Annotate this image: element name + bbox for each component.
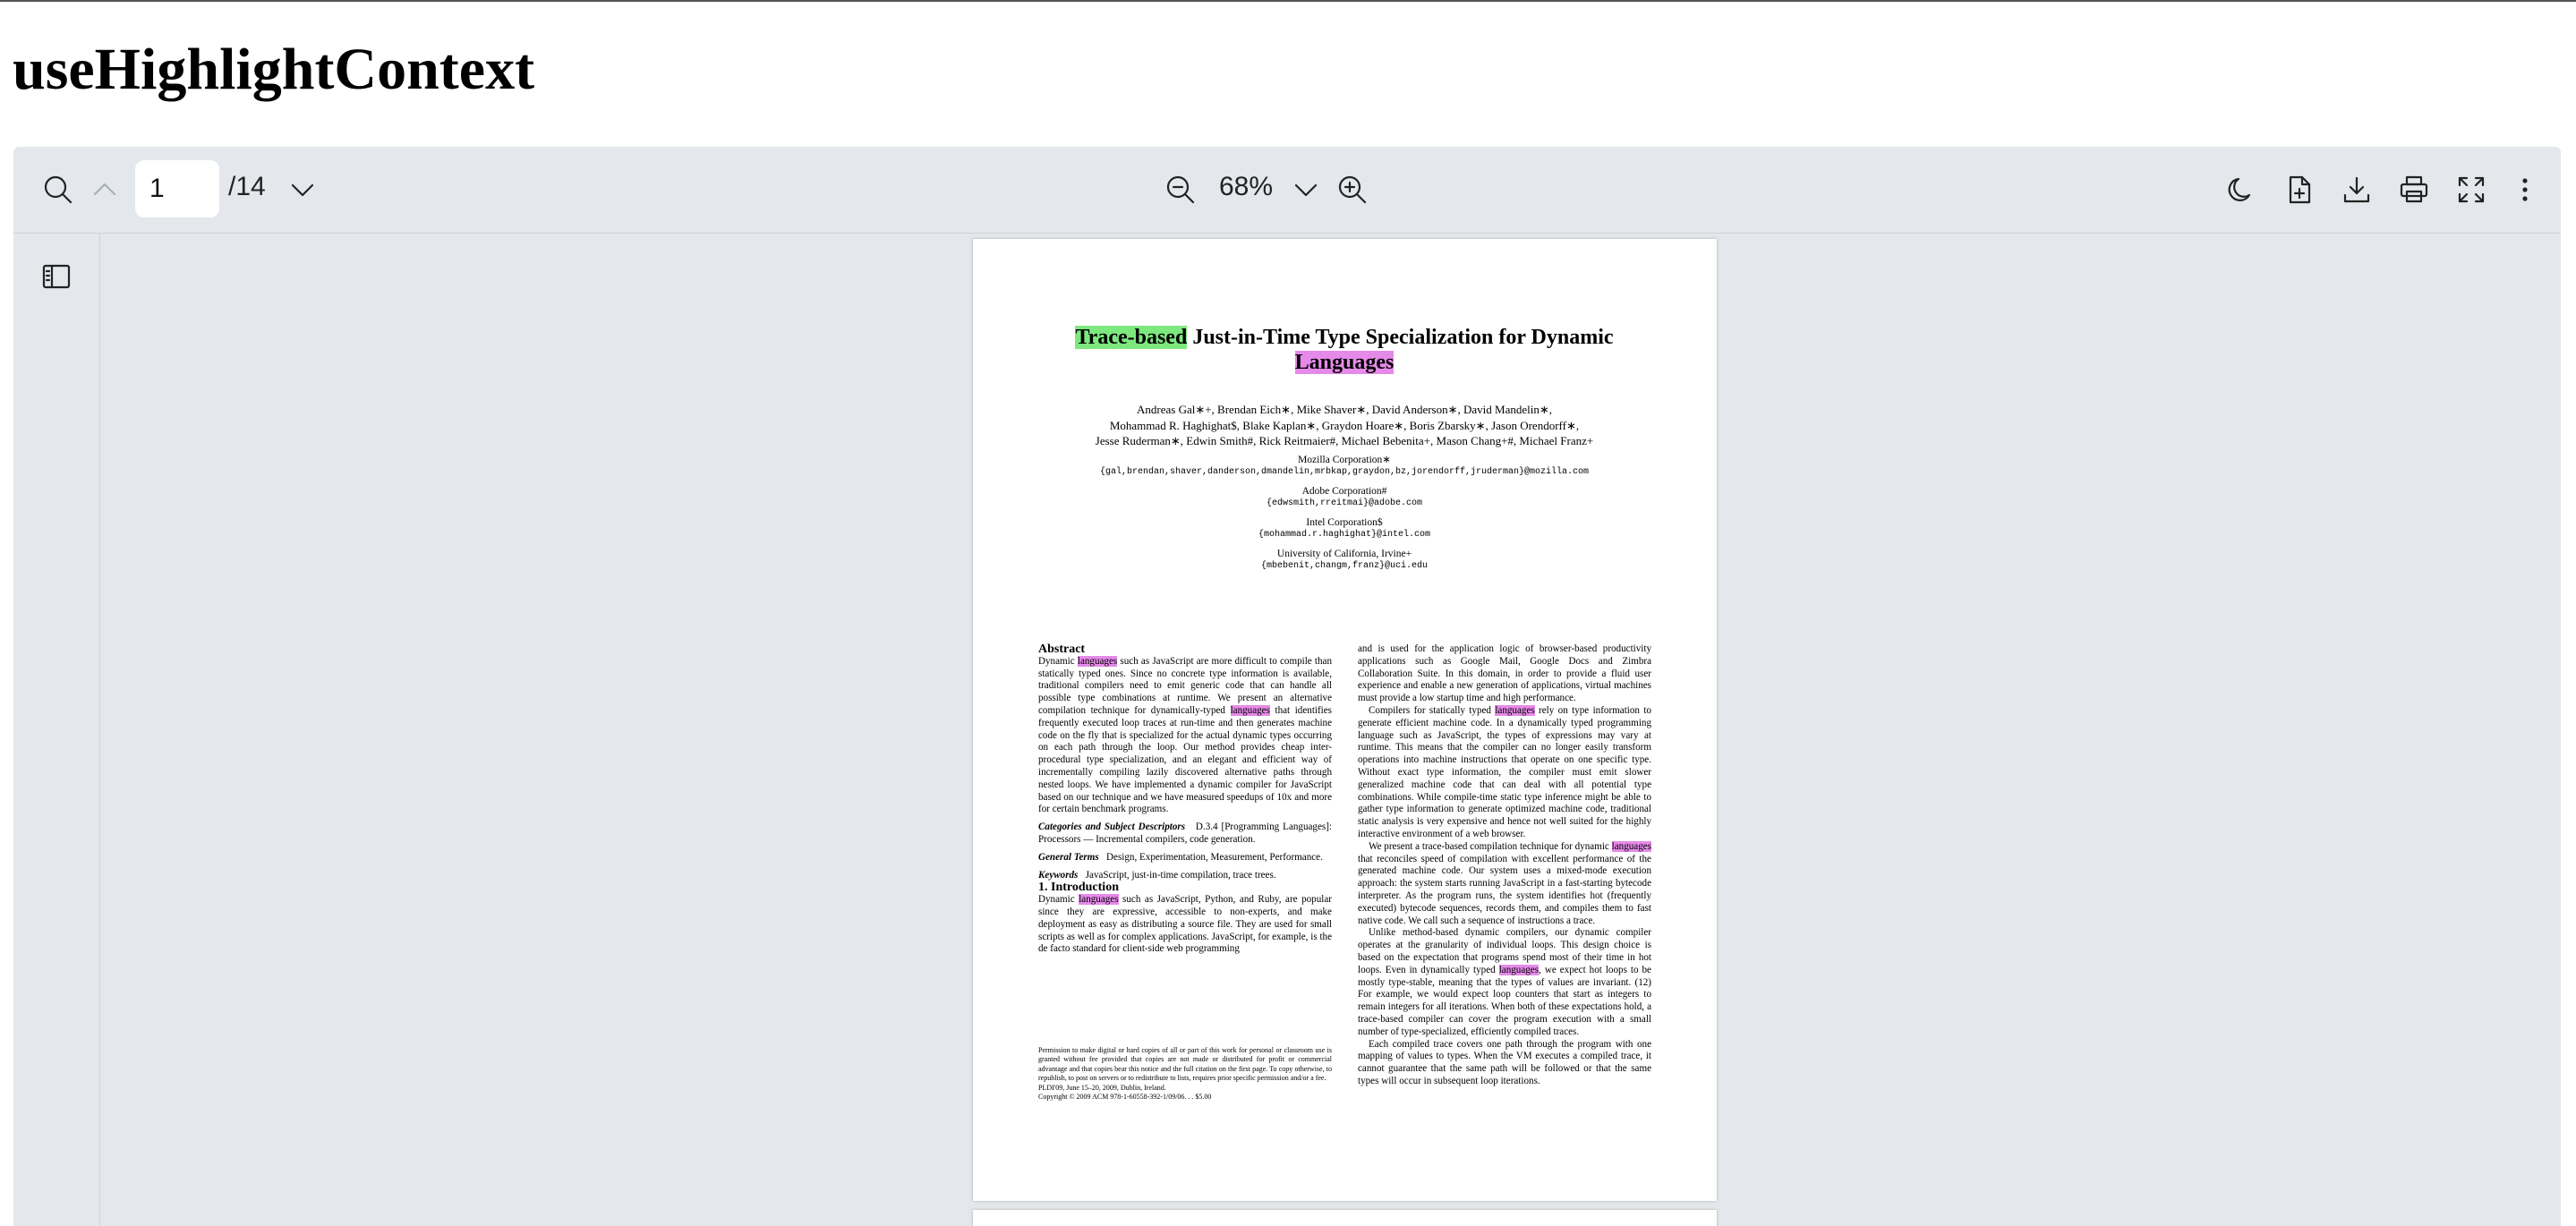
highlight-languages[interactable]: languages xyxy=(1079,894,1119,906)
pdf-page[interactable]: Trace-based Just-in-Time Type Specializa… xyxy=(973,239,1717,1201)
affiliation-name: Adobe Corporation# xyxy=(1301,486,1387,497)
affiliation-email: {gal,brendan,shaver,danderson,dmandelin,… xyxy=(1099,467,1590,477)
highlight-trace-based[interactable]: Trace-based xyxy=(1075,326,1188,349)
affiliation: Adobe Corporation# {edwsmith,rreitmai}@a… xyxy=(1027,485,1662,510)
paragraph: We present a trace-based compilation tec… xyxy=(1358,840,1651,926)
highlight-languages[interactable]: languages xyxy=(1611,840,1651,852)
highlight-languages[interactable]: languages xyxy=(1498,964,1540,975)
affiliation: Intel Corporation$ {mohammad.r.haghighat… xyxy=(1027,516,1662,541)
affiliation-email: {mbebenit,changm,franz}@uci.edu xyxy=(1260,561,1429,571)
paragraph: Compilers for statically typed languages… xyxy=(1358,704,1651,839)
keywords: Keywords JavaScript, just-in-time compil… xyxy=(1038,869,1276,881)
search-icon xyxy=(44,175,73,204)
affiliation-name: University of California, Irvine+ xyxy=(1276,549,1412,559)
zoom-out-icon xyxy=(1166,175,1195,204)
more-options-button[interactable] xyxy=(2502,166,2548,213)
more-vertical-icon xyxy=(2522,178,2528,201)
zoom-in-button[interactable] xyxy=(1329,166,1376,213)
fullscreen-button[interactable] xyxy=(2448,166,2495,213)
download-icon xyxy=(2343,176,2370,203)
affiliation-name: Mozilla Corporation∗ xyxy=(1298,455,1391,465)
pdf-page-next[interactable] xyxy=(973,1210,1717,1226)
permission-notice: Permission to make digital or hard copie… xyxy=(1038,1046,1332,1102)
print-button[interactable] xyxy=(2391,166,2437,213)
affiliation: Mozilla Corporation∗ {gal,brendan,shaver… xyxy=(1027,454,1662,479)
chevron-down-icon xyxy=(1294,183,1318,197)
print-icon xyxy=(2400,175,2428,203)
chevron-up-icon xyxy=(93,183,116,196)
zoom-level[interactable]: 68% xyxy=(1219,172,1273,202)
paper-title: Trace-based Just-in-Time Type Specializa… xyxy=(1027,325,1662,375)
dark-mode-button[interactable] xyxy=(2219,166,2265,213)
zoom-menu-button[interactable] xyxy=(1283,166,1329,213)
page-title: useHighlightContext xyxy=(13,37,535,102)
authors-line: Mohammad R. Haghighat$, Blake Kaplan∗, G… xyxy=(1109,418,1580,432)
paragraph: Each compiled trace covers one path thro… xyxy=(1358,1038,1651,1086)
abstract-heading: Abstract xyxy=(1038,643,1086,656)
authors-line: Jesse Ruderman∗, Edwin Smith#, Rick Reit… xyxy=(1095,434,1594,447)
page-total: /14 xyxy=(228,172,266,201)
left-column: Abstract Dynamic languages such as JavaS… xyxy=(1038,643,1332,956)
zoom-out-button[interactable] xyxy=(1157,166,1204,213)
sidebar-toggle-button[interactable] xyxy=(33,253,80,300)
affiliation-email: {edwsmith,rreitmai}@adobe.com xyxy=(1266,498,1423,508)
highlight-languages[interactable]: languages xyxy=(1077,655,1118,667)
pdf-viewer: /14 68% xyxy=(13,147,2561,1226)
affiliation-email: {mohammad.r.haghighat}@intel.com xyxy=(1258,530,1431,540)
highlight-languages[interactable]: Languages xyxy=(1294,351,1395,374)
paper-authors: Andreas Gal∗+, Brendan Eich∗, Mike Shave… xyxy=(1027,402,1662,449)
chevron-down-icon xyxy=(291,183,314,197)
title-text: Just-in-Time Type Specialization for Dyn… xyxy=(1187,326,1614,349)
abstract-text: Dynamic languages such as JavaScript are… xyxy=(1038,655,1333,815)
sidebar-toggle-icon xyxy=(42,264,71,289)
affiliation: University of California, Irvine+ {mbebe… xyxy=(1027,548,1662,573)
intro-heading: 1. Introduction xyxy=(1038,881,1119,895)
moon-icon xyxy=(2228,177,2251,201)
open-file-button[interactable] xyxy=(2276,166,2323,213)
page-number-input[interactable] xyxy=(135,160,219,217)
categories: Categories and Subject Descriptors D.3.4… xyxy=(1038,822,1332,845)
previous-page-button[interactable] xyxy=(81,166,128,213)
paragraph: and is used for the application logic of… xyxy=(1358,643,1651,704)
viewer-sidebar xyxy=(13,234,100,1226)
general-terms: General Terms Design, Experimentation, M… xyxy=(1038,851,1323,863)
affiliation-name: Intel Corporation$ xyxy=(1306,517,1383,528)
fullscreen-icon xyxy=(2458,176,2485,203)
top-border xyxy=(0,0,2576,2)
highlight-languages[interactable]: languages xyxy=(1230,704,1270,716)
authors-line: Andreas Gal∗+, Brendan Eich∗, Mike Shave… xyxy=(1137,403,1552,416)
paragraph: Unlike method-based dynamic compilers, o… xyxy=(1358,927,1651,1037)
viewer-toolbar: /14 68% xyxy=(13,147,2561,234)
intro-text: Dynamic languages such as JavaScript, Py… xyxy=(1038,894,1332,955)
zoom-in-icon xyxy=(1338,175,1367,204)
open-file-icon xyxy=(2289,175,2311,204)
search-button[interactable] xyxy=(35,166,81,213)
highlight-languages[interactable]: languages xyxy=(1495,704,1535,716)
document-canvas[interactable]: Trace-based Just-in-Time Type Specializa… xyxy=(100,234,2561,1226)
next-page-button[interactable] xyxy=(279,166,326,213)
download-button[interactable] xyxy=(2333,166,2380,213)
right-column: and is used for the application logic of… xyxy=(1358,643,1651,1088)
